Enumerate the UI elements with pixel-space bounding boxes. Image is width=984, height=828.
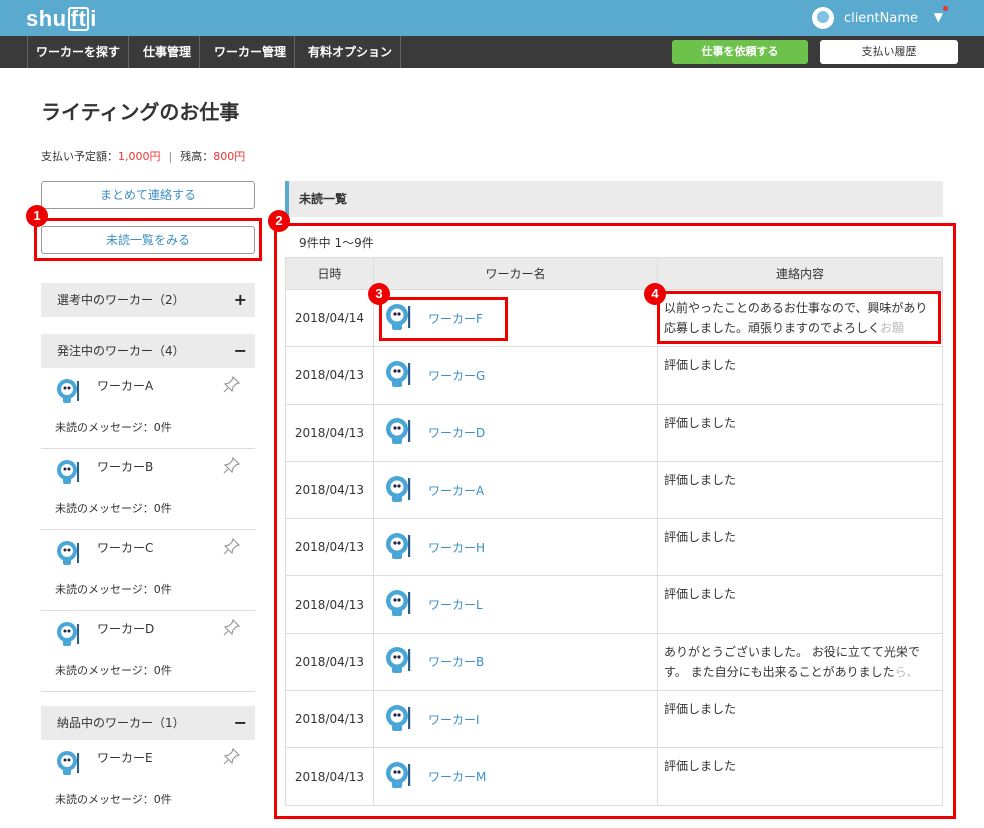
worker-avatar-icon — [55, 377, 85, 408]
unread-count: 未読のメッセージ：0件 — [55, 793, 172, 806]
collapse-icon[interactable]: − — [234, 706, 247, 740]
avatar — [811, 7, 834, 29]
worker-avatar-icon — [55, 539, 85, 570]
unread-count: 未読のメッセージ：0件 — [55, 664, 172, 677]
request-job-button[interactable]: 仕事を依頼する — [672, 40, 808, 64]
annotation-badge-4: 4 — [644, 283, 666, 305]
annotation-box-1 — [34, 218, 262, 261]
worker-name: ワーカーE — [97, 751, 153, 765]
logo[interactable]: shu ft i — [26, 6, 97, 32]
balance-value: 800円 — [213, 150, 246, 163]
section-screening[interactable]: 選考中のワーカー（2） + — [41, 283, 255, 317]
unread-count: 未読のメッセージ：0件 — [55, 421, 172, 434]
worker-name: ワーカーD — [97, 622, 155, 636]
worker-name: ワーカーA — [97, 379, 154, 393]
scheduled-label: 支払い予定額： — [41, 150, 118, 163]
worker-name: ワーカーB — [97, 460, 154, 474]
worker-avatar-icon — [55, 458, 85, 489]
annotation-box-4 — [657, 291, 941, 344]
page-title: ライティングのお仕事 — [41, 100, 240, 124]
pin-icon[interactable] — [223, 747, 241, 768]
nav-paid-options[interactable]: 有料オプション — [300, 36, 402, 68]
section-label: 選考中のワーカー（2） — [57, 293, 185, 307]
scheduled-value: 1,000円 — [118, 150, 161, 163]
top-bar: shu ft i clientName ▼ — [0, 0, 984, 36]
annotation-badge-2: 2 — [268, 210, 290, 232]
username: clientName — [843, 10, 918, 26]
contact-all-button[interactable]: まとめて連絡する — [41, 181, 255, 209]
annotation-badge-3: 3 — [368, 283, 390, 305]
worker-avatar-icon — [55, 749, 85, 780]
worker-avatar-icon — [55, 620, 85, 651]
annotation-badge-1: 1 — [26, 205, 48, 227]
sidebar-worker-d[interactable]: ワーカーD 未読のメッセージ：0件 — [41, 612, 255, 692]
expand-icon[interactable]: + — [234, 283, 247, 317]
sidebar-worker-c[interactable]: ワーカーC 未読のメッセージ：0件 — [41, 531, 255, 611]
unread-count: 未読のメッセージ：0件 — [55, 583, 172, 596]
pin-icon[interactable] — [223, 375, 241, 396]
worker-name: ワーカーC — [97, 541, 154, 555]
nav-worker-management[interactable]: ワーカー管理 — [206, 36, 296, 68]
sidebar-worker-b[interactable]: ワーカーB 未読のメッセージ：0件 — [41, 450, 255, 530]
sidebar-worker-a[interactable]: ワーカーA 未読のメッセージ：0件 — [41, 369, 255, 449]
sidebar-worker-e[interactable]: ワーカーE 未読のメッセージ：0件 — [41, 741, 255, 821]
nav-find-workers[interactable]: ワーカーを探す — [27, 36, 130, 68]
payment-history-button[interactable]: 支払い履歴 — [820, 40, 958, 64]
chevron-down-icon[interactable]: ▼ — [934, 10, 943, 24]
section-label: 発注中のワーカー（4） — [57, 344, 185, 358]
pin-icon[interactable] — [223, 618, 241, 639]
payment-summary: 支払い予定額：1,000円 | 残高：800円 — [41, 150, 246, 163]
unread-count: 未読のメッセージ：0件 — [55, 502, 172, 515]
unread-list-heading: 未読一覧 — [285, 181, 943, 217]
section-ordered[interactable]: 発注中のワーカー（4） − — [41, 334, 255, 368]
section-label: 納品中のワーカー（1） — [57, 716, 185, 730]
collapse-icon[interactable]: − — [234, 334, 247, 368]
balance-label: 残高： — [180, 150, 214, 163]
pin-icon[interactable] — [223, 537, 241, 558]
user-menu[interactable]: clientName — [811, 7, 918, 29]
section-delivering[interactable]: 納品中のワーカー（1） − — [41, 706, 255, 740]
notification-dot — [943, 6, 948, 11]
nav-job-management[interactable]: 仕事管理 — [135, 36, 201, 68]
annotation-box-3 — [379, 297, 508, 341]
pin-icon[interactable] — [223, 456, 241, 477]
